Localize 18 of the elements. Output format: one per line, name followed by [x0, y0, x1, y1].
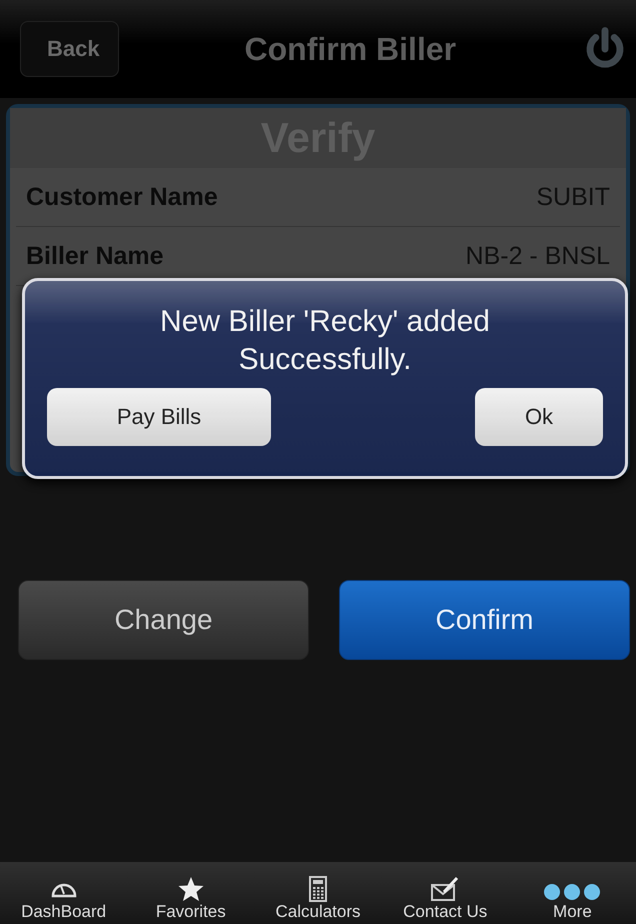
more-icon[interactable] — [542, 882, 602, 902]
field-label: Biller Name — [26, 242, 164, 270]
change-button[interactable]: Change — [18, 580, 309, 660]
tab-label[interactable]: Contact Us — [403, 902, 488, 922]
field-label: Customer Name — [26, 182, 218, 212]
screen-title: Confirm Biller — [244, 30, 456, 68]
tab-label[interactable]: More — [553, 902, 592, 922]
calculator-icon[interactable] — [308, 876, 328, 902]
back-button[interactable]: Back — [20, 21, 119, 77]
tab-label[interactable]: DashBoard — [21, 902, 106, 922]
confirm-button[interactable]: Confirm — [339, 580, 630, 660]
alert-button[interactable]: Ok — [475, 388, 603, 446]
mail-pencil-icon[interactable] — [430, 876, 460, 902]
alert-message: New Biller 'Recky' added Successfully. — [159, 304, 491, 378]
star-icon[interactable] — [176, 876, 205, 902]
tab-label[interactable]: Calculators — [275, 902, 361, 922]
alert-button[interactable]: Pay Bills — [47, 388, 271, 446]
tab-label[interactable]: Favorites — [156, 902, 226, 922]
